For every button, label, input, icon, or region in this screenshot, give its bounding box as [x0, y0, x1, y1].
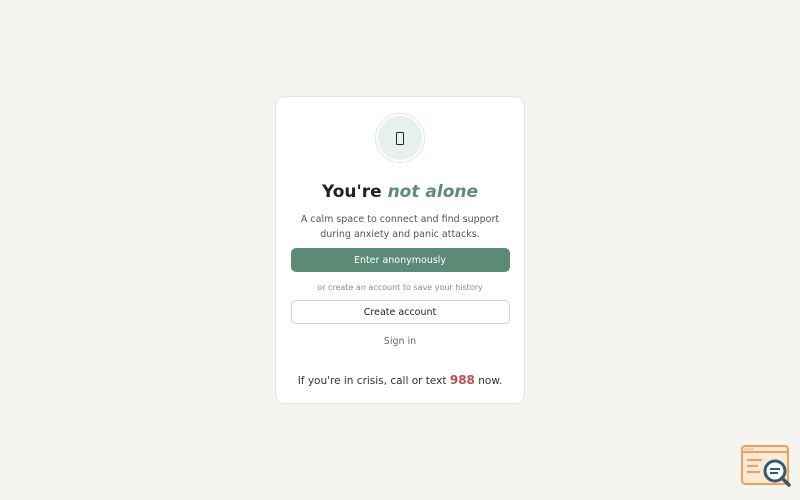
page: You're not alone A calm space to connect… — [0, 0, 800, 500]
headline-prefix: You're — [321, 182, 382, 202]
crisis-prefix: If you're in crisis, call or text — [297, 375, 447, 387]
search-document-icon — [741, 445, 791, 487]
enter-anonymously-button[interactable]: Enter anonymously — [290, 248, 510, 272]
account-hint: or create an account to save your histor… — [317, 283, 483, 292]
headline-accent: not alone — [387, 182, 478, 202]
crisis-suffix: now. — [478, 375, 503, 387]
document-icon — [396, 131, 404, 145]
emblem — [375, 113, 425, 163]
create-account-button[interactable]: Create account — [290, 300, 510, 324]
sign-in-link[interactable]: Sign in — [384, 336, 416, 347]
headline: You're not alone — [322, 181, 478, 203]
crisis-message: If you're in crisis, call or text 988 no… — [298, 373, 503, 387]
tagline: A calm space to connect and find support… — [300, 214, 500, 240]
welcome-card: You're not alone A calm space to connect… — [275, 96, 525, 404]
emblem-inner — [378, 116, 422, 160]
crisis-number: 988 — [449, 373, 475, 387]
